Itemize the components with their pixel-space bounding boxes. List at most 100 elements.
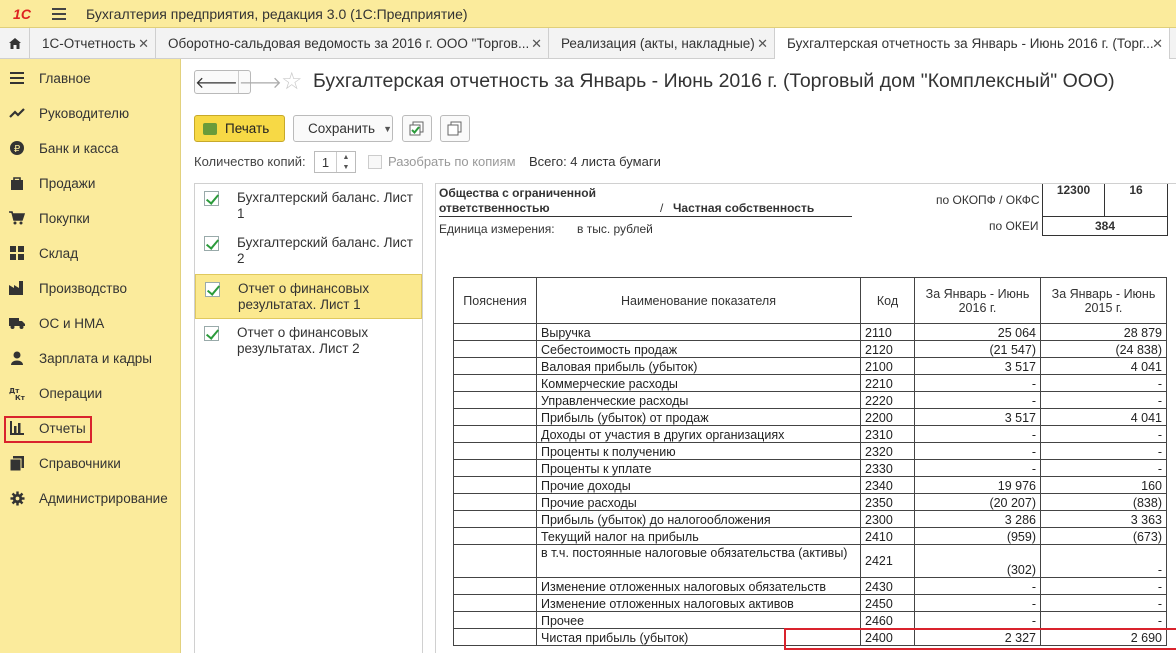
- indicator-name-cell: Коммерческие расходы: [536, 374, 861, 392]
- current-value-cell: (20 207): [914, 493, 1041, 511]
- close-icon[interactable]: ✕: [138, 36, 149, 52]
- uncheck-all-icon: [447, 121, 462, 135]
- sidebar-item-2[interactable]: ₽ Банк и касса: [0, 133, 181, 163]
- tab-financial-statements[interactable]: Бухгалтерская отчетность за Январь - Июн…: [775, 28, 1170, 59]
- table-row: в т.ч. постоянные налоговые обязательств…: [453, 544, 1167, 578]
- spin-down-icon[interactable]: ▼: [337, 162, 355, 172]
- sidebar: Главное Руководителю ₽ Банк и касса Продажи П…: [0, 59, 181, 653]
- sheet-item[interactable]: Бухгалтерский баланс. Лист 1: [195, 184, 422, 229]
- 1c-logo: 1С: [13, 5, 31, 22]
- tab-sales[interactable]: Реализация (акты, накладные) ✕: [549, 28, 775, 59]
- previous-value-cell: 4 041: [1040, 408, 1167, 426]
- save-button[interactable]: Сохранить ▼: [293, 115, 393, 142]
- spin-up-icon[interactable]: ▲: [337, 152, 355, 162]
- sidebar-item-label: Продажи: [39, 175, 96, 191]
- bag-icon: [8, 174, 26, 192]
- code-cell: 2410: [860, 527, 915, 545]
- uncheck-all-button[interactable]: [440, 115, 470, 142]
- notes-cell: [453, 357, 537, 375]
- sheet-item[interactable]: Бухгалтерский баланс. Лист 2: [195, 229, 422, 274]
- indicator-name-cell: Прочие расходы: [536, 493, 861, 511]
- svg-text:Кт: Кт: [15, 394, 25, 400]
- okopf-code: 12300: [1056, 183, 1091, 197]
- factory-icon: [8, 279, 26, 297]
- copies-input[interactable]: 1: [315, 152, 337, 172]
- sheet-label: Бухгалтерский баланс. Лист 2: [237, 235, 413, 266]
- current-value-cell: 3 286: [914, 510, 1041, 528]
- table-row: Прочее 2460- -: [453, 611, 1167, 629]
- notes-cell: [453, 544, 537, 578]
- notes-cell: [453, 340, 537, 358]
- sidebar-item-1[interactable]: Руководителю: [0, 98, 181, 128]
- sidebar-item-5[interactable]: Склад: [0, 238, 181, 268]
- tab-osv[interactable]: Оборотно-сальдовая ведомость за 2016 г. …: [156, 28, 549, 59]
- unit-value: в тыс. рублей: [577, 222, 653, 236]
- notes-cell: [453, 374, 537, 392]
- sidebar-item-12[interactable]: Администрирование: [0, 483, 181, 513]
- previous-value-cell: 160: [1040, 476, 1167, 494]
- back-arrow-icon[interactable]: 🡐: [195, 71, 239, 93]
- previous-value-cell: 3 363: [1040, 510, 1167, 528]
- report-preview[interactable]: Общества с ограниченной ответственностью…: [435, 183, 1176, 653]
- sidebar-item-label: Операции: [39, 385, 103, 401]
- financial-results-table: Пояснения Наименование показателя Код За…: [453, 277, 1167, 646]
- app-title: Бухгалтерия предприятия, редакция 3.0 (1…: [86, 5, 468, 22]
- favorite-star-icon[interactable]: ☆: [281, 67, 303, 96]
- okfs-code: 16: [1129, 183, 1143, 197]
- sidebar-item-6[interactable]: Производство: [0, 273, 181, 303]
- collate-checkbox[interactable]: [368, 155, 382, 169]
- print-button[interactable]: Печать: [194, 115, 285, 142]
- table-row: Прибыль (убыток) от продаж 2200 3 517 4 041: [453, 408, 1167, 426]
- ruble-icon: ₽: [8, 139, 26, 157]
- main-content: 🡐 🡒 ☆ Бухгалтерская отчетность за Январь…: [182, 59, 1176, 653]
- indicator-name-cell: Текущий налог на прибыль: [536, 527, 861, 545]
- tab-label: Бухгалтерская отчетность за Январь - Июн…: [787, 36, 1154, 51]
- sidebar-item-11[interactable]: Справочники: [0, 448, 181, 478]
- sidebar-item-3[interactable]: Продажи: [0, 168, 181, 198]
- current-value-cell: (959): [914, 527, 1041, 545]
- sheet-item[interactable]: Отчет о финансовых результатах. Лист 1: [195, 274, 422, 319]
- save-label: Сохранить: [308, 121, 376, 136]
- previous-value-cell: 28 879: [1040, 323, 1167, 341]
- close-icon[interactable]: ✕: [757, 36, 768, 52]
- notes-cell: [453, 323, 537, 341]
- main-menu-icon[interactable]: [46, 4, 72, 24]
- previous-value-cell: -: [1040, 391, 1167, 409]
- tab-1c-reporting[interactable]: 1С-Отчетность ✕: [30, 28, 156, 59]
- notes-cell: [453, 628, 537, 646]
- check-all-icon: [409, 121, 424, 135]
- copies-stepper[interactable]: 1 ▲ ▼: [314, 151, 356, 173]
- home-icon[interactable]: [0, 28, 30, 59]
- current-value-cell: 3 517: [914, 408, 1041, 426]
- sidebar-item-10[interactable]: Отчеты: [0, 413, 181, 443]
- previous-value-cell: 2 690: [1040, 628, 1167, 646]
- sheet-checkbox[interactable]: [205, 282, 220, 297]
- sheet-checkbox[interactable]: [204, 191, 219, 206]
- close-icon[interactable]: ✕: [531, 36, 542, 52]
- check-all-button[interactable]: [402, 115, 432, 142]
- underline: [439, 216, 852, 217]
- sheet-checkbox[interactable]: [204, 236, 219, 251]
- current-value-cell: 2 327: [914, 628, 1041, 646]
- forward-arrow-icon[interactable]: 🡒: [239, 71, 282, 93]
- sidebar-item-4[interactable]: Покупки: [0, 203, 181, 233]
- ownership-form: Частная собственность: [673, 201, 815, 215]
- sidebar-item-0[interactable]: Главное: [0, 63, 181, 93]
- code-cell: 2110: [860, 323, 915, 341]
- table-row: Коммерческие расходы 2210- -: [453, 374, 1167, 392]
- sidebar-item-7[interactable]: ОС и НМА: [0, 308, 181, 338]
- tab-label: 1С-Отчетность: [42, 36, 136, 51]
- close-icon[interactable]: ✕: [1152, 36, 1163, 52]
- sidebar-item-9[interactable]: Дт Кт Операции: [0, 378, 181, 408]
- notes-cell: [453, 442, 537, 460]
- sheet-item[interactable]: Отчет о финансовых результатах. Лист 2: [195, 319, 422, 364]
- code-cell: 2300: [860, 510, 915, 528]
- indicator-name-cell: Прочее: [536, 611, 861, 629]
- sidebar-item-8[interactable]: Зарплата и кадры: [0, 343, 181, 373]
- code-cell: 2430: [860, 577, 915, 595]
- current-value-cell: -: [914, 459, 1041, 477]
- org-form-line2: ответственностью: [439, 201, 550, 215]
- sidebar-item-label: ОС и НМА: [39, 315, 105, 331]
- sheet-checkbox[interactable]: [204, 326, 219, 341]
- table-row: Валовая прибыль (убыток) 2100 3 517 4 041: [453, 357, 1167, 375]
